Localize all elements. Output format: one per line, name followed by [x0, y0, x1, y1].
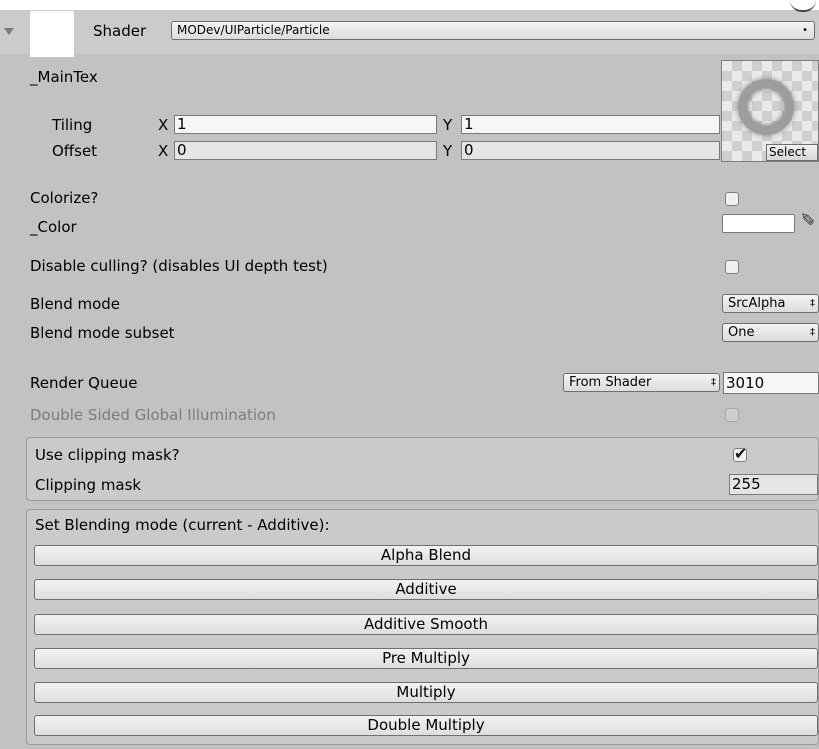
clipping-mask-label: Clipping mask: [35, 476, 142, 494]
eyedropper-icon[interactable]: ✐: [800, 210, 815, 231]
additive-button[interactable]: Additive: [34, 579, 818, 600]
additive-smooth-button[interactable]: Additive Smooth: [34, 614, 818, 635]
popup-arrow-icon: ‡: [711, 377, 716, 388]
use-clipping-label: Use clipping mask?: [35, 446, 180, 464]
render-queue-field[interactable]: 3010: [723, 372, 819, 394]
blend-subset-dropdown[interactable]: One ‡: [722, 323, 819, 342]
material-thumbnail: [30, 11, 74, 57]
disable-culling-label: Disable culling? (disables UI depth test…: [30, 257, 328, 275]
offset-label: Offset: [52, 142, 98, 160]
foldout-triangle-icon[interactable]: [4, 28, 14, 35]
popup-arrow-icon: ‡: [810, 298, 815, 309]
shader-label: Shader: [93, 22, 147, 40]
blend-mode-dropdown[interactable]: SrcAlpha ‡: [722, 294, 819, 313]
render-queue-source-value: From Shader: [569, 375, 652, 390]
dsgi-checkbox[interactable]: [725, 408, 739, 422]
popup-arrow-icon: ‡: [810, 327, 815, 338]
blend-subset-label: Blend mode subset: [30, 324, 175, 342]
alpha-blend-button[interactable]: Alpha Blend: [34, 545, 818, 566]
shader-dropdown-value: MODev/UIParticle/Particle: [177, 23, 330, 37]
tiling-x-label: X: [158, 116, 169, 134]
top-strip: [0, 0, 819, 10]
render-queue-source-dropdown[interactable]: From Shader ‡: [563, 373, 720, 392]
blend-mode-value: SrcAlpha: [728, 296, 786, 311]
shader-dropdown[interactable]: MODev/UIParticle/Particle •: [171, 21, 815, 40]
offset-x-label: X: [158, 142, 169, 160]
disable-culling-checkbox[interactable]: [725, 260, 739, 274]
texture-select-button[interactable]: Select: [766, 144, 818, 161]
use-clipping-checkbox[interactable]: ✔: [733, 444, 747, 463]
tiling-label: Tiling: [52, 116, 93, 134]
pre-multiply-button[interactable]: Pre Multiply: [34, 648, 818, 669]
texture-ring-image: [738, 79, 794, 135]
dropdown-arrow-icon: •: [802, 25, 808, 36]
tiling-x-field[interactable]: 1: [174, 115, 437, 134]
multiply-button[interactable]: Multiply: [34, 682, 818, 703]
colorize-checkbox[interactable]: [725, 192, 739, 206]
tiling-y-field[interactable]: 1: [461, 115, 720, 134]
clipping-group: Use clipping mask? ✔ Clipping mask 255: [26, 437, 819, 501]
offset-x-field[interactable]: 0: [174, 141, 437, 160]
colorize-label: Colorize?: [30, 189, 99, 207]
clipping-mask-field[interactable]: 255: [729, 474, 818, 495]
offset-y-field[interactable]: 0: [461, 141, 720, 160]
color-label: _Color: [30, 218, 77, 236]
offset-y-label: Y: [443, 142, 453, 160]
checkmark-icon: ✔: [734, 444, 748, 463]
double-multiply-button[interactable]: Double Multiply: [34, 715, 818, 736]
render-queue-label: Render Queue: [30, 374, 138, 392]
blend-subset-value: One: [728, 325, 755, 340]
main-tex-label: _MainTex: [30, 68, 98, 86]
blend-mode-label: Blend mode: [30, 295, 121, 313]
blending-title: Set Blending mode (current - Additive):: [35, 516, 330, 534]
color-swatch[interactable]: [722, 214, 795, 233]
dsgi-label: Double Sided Global Illumination: [30, 406, 276, 424]
tiling-y-label: Y: [443, 116, 453, 134]
